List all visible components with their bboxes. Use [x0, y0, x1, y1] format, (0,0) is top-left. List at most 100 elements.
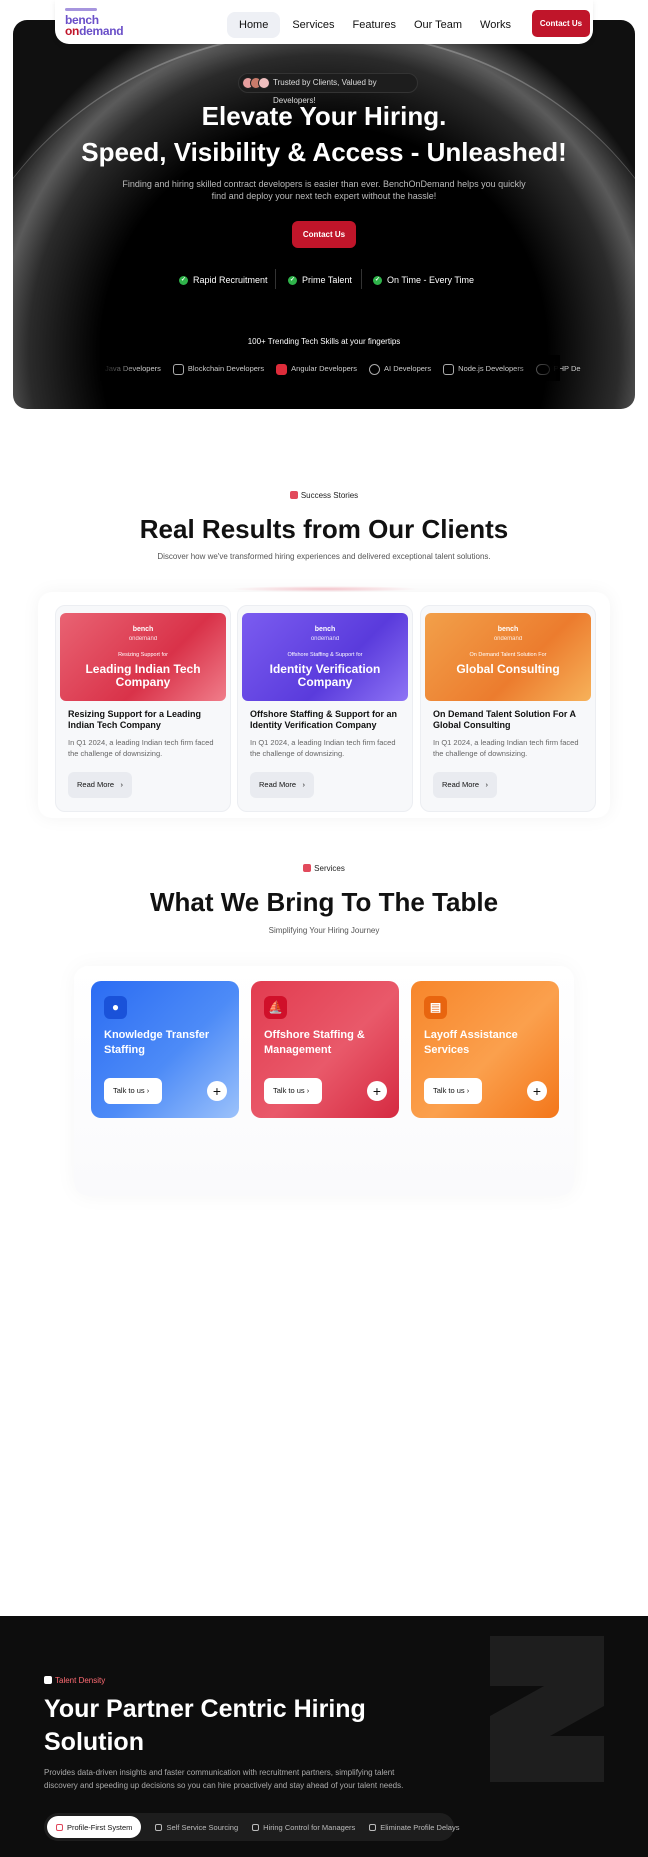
service-title: Knowledge Transfer Staffing	[104, 1029, 210, 1056]
hero-subtitle: Finding and hiring skilled contract deve…	[122, 179, 526, 201]
nav-home[interactable]: Home	[227, 12, 281, 38]
thumb-caption: Offshore Staffing & Support for	[287, 652, 363, 658]
thumb-logo: bench	[497, 626, 519, 633]
cursor-icon	[252, 1823, 260, 1831]
success-stories-tag: Success Stories	[0, 491, 648, 500]
read-more-button[interactable]: Read More ›	[68, 772, 132, 798]
ship-icon: ⛵	[264, 996, 287, 1019]
main-menu: Home Services Features Our Team Works	[227, 12, 517, 38]
service-title: Layoff Assistance Services	[424, 1029, 518, 1056]
nav-contact-button[interactable]: Contact Us	[532, 10, 590, 37]
thumb-headline: Global Consulting	[456, 662, 560, 676]
story-title: Resizing Support for a Leading Indian Te…	[68, 709, 202, 730]
avatar-stack	[242, 77, 270, 89]
trust-badge: Trusted by Clients, Valued by Developers…	[238, 73, 418, 105]
nodejs-icon	[443, 363, 455, 375]
divider	[275, 269, 276, 289]
nav-our-team[interactable]: Our Team	[408, 12, 468, 38]
benchondemand-logo[interactable]: bench ondemand	[65, 8, 135, 37]
talent-tabs: Profile-First System Self Service Sourci…	[44, 1813, 459, 1841]
plus-icon[interactable]: +	[367, 1081, 387, 1101]
marquee-fade-left	[100, 355, 140, 381]
story-title: Offshore Staffing & Support for an Ident…	[250, 709, 397, 730]
services-title: What We Bring To The Table	[149, 887, 499, 917]
grid-icon	[303, 864, 312, 872]
skill-blockchain[interactable]: Blockchain Developers	[172, 362, 264, 376]
divider	[361, 269, 362, 289]
thumb-headline: Identity Verification Company	[269, 662, 381, 689]
talent-subtitle: Provides data-driven insights and faster…	[44, 1768, 404, 1790]
story-thumbnail: bench ondemand On Demand Talent Solution…	[425, 613, 591, 701]
globe-icon: ●	[104, 996, 127, 1019]
read-more-button[interactable]: Read More ›	[250, 772, 314, 798]
talk-to-us-button[interactable]: Talk to us ›	[104, 1078, 162, 1104]
tab-eliminate-delays[interactable]: Eliminate Profile Delays	[369, 1823, 459, 1832]
thumb-logo: bench	[314, 626, 336, 633]
star-icon	[56, 1823, 63, 1831]
hero-title-line1: Elevate Your Hiring.	[201, 101, 447, 131]
feature-on-time: ✓ On Time - Every Time	[373, 275, 475, 285]
check-icon: ✓	[179, 275, 188, 285]
check-icon: ✓	[373, 275, 382, 285]
tab-profile-first[interactable]: Profile-First System	[47, 1816, 142, 1838]
talent-title: Your Partner Centric Hiring Solution	[44, 1695, 366, 1756]
nav-features[interactable]: Features	[347, 12, 402, 38]
feature-rapid-recruitment: ✓ Rapid Recruitment	[179, 275, 268, 285]
service-title: Offshore Staffing & Management	[264, 1029, 365, 1056]
read-more-button[interactable]: Read More ›	[433, 772, 497, 798]
tab-hiring-control[interactable]: Hiring Control for Managers	[252, 1823, 355, 1832]
top-navbar: bench ondemand Home Services Features Ou…	[55, 0, 593, 44]
chevron-right-icon: ›	[485, 780, 489, 789]
service-card[interactable]: ▤ Layoff Assistance Services Talk to us …	[411, 981, 559, 1118]
logo-mark	[65, 8, 97, 11]
services-tag: Services	[0, 864, 648, 873]
hero-title-line2: Speed, Visibility & Access - Unleashed!	[81, 137, 567, 167]
story-card[interactable]: bench ondemand Offshore Staffing & Suppo…	[237, 605, 413, 812]
story-card[interactable]: bench ondemand On Demand Talent Solution…	[420, 605, 596, 812]
plus-icon[interactable]: +	[207, 1081, 227, 1101]
clipboard-icon: ▤	[424, 996, 447, 1019]
avatar	[258, 77, 270, 89]
blockchain-icon	[172, 363, 184, 375]
thumb-logo-sub: ondemand	[310, 636, 340, 642]
skill-angular[interactable]: Angular Developers	[276, 362, 357, 376]
trending-skills-label: 100+ Trending Tech Skills at your finger…	[247, 337, 401, 346]
nav-works[interactable]: Works	[474, 12, 517, 38]
thumb-logo: bench	[132, 626, 154, 633]
hourglass-icon	[369, 1823, 377, 1831]
thumb-caption: On Demand Talent Solution For	[469, 652, 547, 658]
marquee-fade-right	[510, 355, 560, 381]
thumb-headline: Leading Indian Tech Company	[85, 662, 201, 689]
openai-icon	[369, 363, 381, 375]
story-desc: In Q1 2024, a leading Indian tech firm f…	[433, 738, 579, 758]
talk-to-us-button[interactable]: Talk to us ›	[424, 1078, 482, 1104]
talk-to-us-button[interactable]: Talk to us ›	[264, 1078, 322, 1104]
story-title: On Demand Talent Solution For A Global C…	[433, 709, 576, 730]
story-thumbnail: bench ondemand Offshore Staffing & Suppo…	[242, 613, 408, 701]
gift-icon	[289, 491, 298, 499]
feature-prime-talent: ✓ Prime Talent	[288, 275, 352, 285]
nav-services[interactable]: Services	[286, 12, 340, 38]
story-thumbnail: bench ondemand Resizing Support for Lead…	[60, 613, 226, 701]
stories-title: Real Results from Our Clients	[139, 514, 509, 544]
thumb-logo-sub: ondemand	[128, 636, 158, 642]
angular-icon	[276, 363, 288, 375]
story-card[interactable]: bench ondemand Resizing Support for Lead…	[55, 605, 231, 812]
brand-mark-icon	[44, 1676, 52, 1684]
talent-density-tag: Talent Density	[44, 1676, 105, 1685]
hero-contact-button[interactable]: Contact Us	[292, 221, 356, 248]
stories-glow	[230, 586, 420, 592]
services-subtitle: Simplifying Your Hiring Journey	[268, 926, 380, 935]
story-desc: In Q1 2024, a leading Indian tech firm f…	[250, 738, 396, 758]
skill-ai[interactable]: AI Developers	[369, 362, 431, 376]
thumb-logo-sub: ondemand	[493, 636, 523, 642]
hand-icon	[155, 1823, 163, 1831]
hero-section: Trusted by Clients, Valued by Developers…	[13, 20, 635, 409]
check-icon: ✓	[288, 275, 297, 285]
chevron-right-icon: ›	[120, 780, 124, 789]
service-card[interactable]: ⛵ Offshore Staffing & Management Talk to…	[251, 981, 399, 1118]
plus-icon[interactable]: +	[527, 1081, 547, 1101]
service-card[interactable]: ● Knowledge Transfer Staffing Talk to us…	[91, 981, 239, 1118]
stories-subtitle: Discover how we've transformed hiring ex…	[157, 552, 491, 561]
tab-self-service[interactable]: Self Service Sourcing	[155, 1823, 238, 1832]
